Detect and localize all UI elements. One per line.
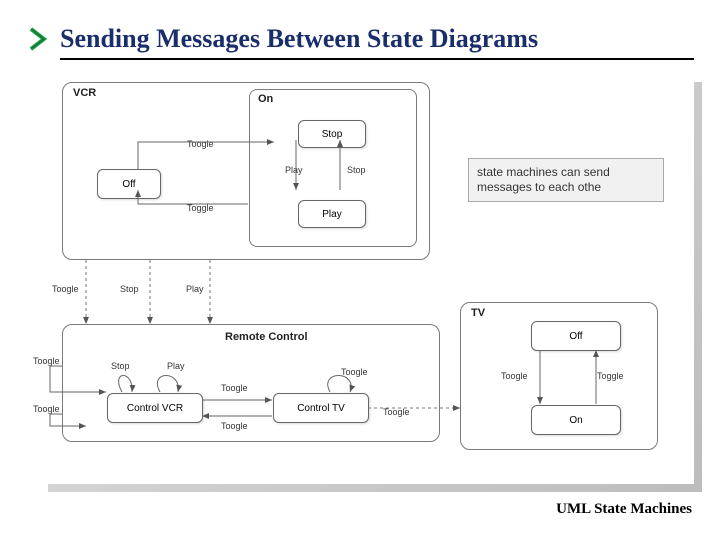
tv-title: TV	[471, 307, 485, 319]
state-control-tv: Control TV	[273, 393, 369, 423]
label-tv-toggle-up: Toggle	[597, 371, 624, 381]
note-line-1: state machines can send	[477, 165, 655, 180]
vcr-on-title: On	[258, 93, 273, 105]
title-underline	[60, 58, 694, 60]
state-stop: Stop	[298, 120, 366, 148]
footer-text: UML State Machines	[556, 501, 692, 518]
label-stop-self: Stop	[111, 361, 130, 371]
label-play-down: Play	[285, 165, 303, 175]
label-toggle-stop-off: Toggle	[187, 203, 214, 213]
label-remote-toggle-left-up: Toogle	[33, 356, 60, 366]
label-toggle-top: Toogle	[221, 383, 248, 393]
remote-panel: Remote Control Control VCR Control TV St…	[62, 324, 440, 442]
label-toggle-tv-self: Toogle	[341, 367, 368, 377]
label-toggle-bottom: Toogle	[221, 421, 248, 431]
label-bridge-stop: Stop	[120, 284, 139, 294]
state-vcr-off: Off	[97, 169, 161, 199]
diagram-stage: VCR On Stop Play Off Toogle Toggle Play …	[40, 74, 694, 484]
remote-title: Remote Control	[225, 331, 308, 343]
vcr-panel: VCR On Stop Play Off Toogle Toggle Play …	[62, 82, 430, 260]
label-remote-toggle-left-down: Toogle	[33, 404, 60, 414]
label-bridge-toggle: Toogle	[52, 284, 79, 294]
note-box: state machines can send messages to each…	[468, 158, 664, 202]
state-tv-on: On	[531, 405, 621, 435]
label-toggle-off-stop: Toogle	[187, 139, 214, 149]
label-tv-toggle-down: Toogle	[501, 371, 528, 381]
label-play-self: Play	[167, 361, 185, 371]
page-title: Sending Messages Between State Diagrams	[60, 24, 538, 54]
state-control-vcr: Control VCR	[107, 393, 203, 423]
label-stop-up: Stop	[347, 165, 366, 175]
vcr-on-subpanel: On Stop Play	[249, 89, 417, 247]
chevron-right-icon	[26, 25, 54, 53]
vcr-title: VCR	[73, 87, 96, 99]
header: Sending Messages Between State Diagrams	[26, 24, 694, 54]
label-bridge-play: Play	[186, 284, 204, 294]
state-tv-off: Off	[531, 321, 621, 351]
tv-panel: TV Off On Toogle Toggle	[460, 302, 658, 450]
state-play: Play	[298, 200, 366, 228]
label-toggle-out: Toogle	[383, 407, 410, 417]
note-line-2: messages to each othe	[477, 180, 655, 195]
